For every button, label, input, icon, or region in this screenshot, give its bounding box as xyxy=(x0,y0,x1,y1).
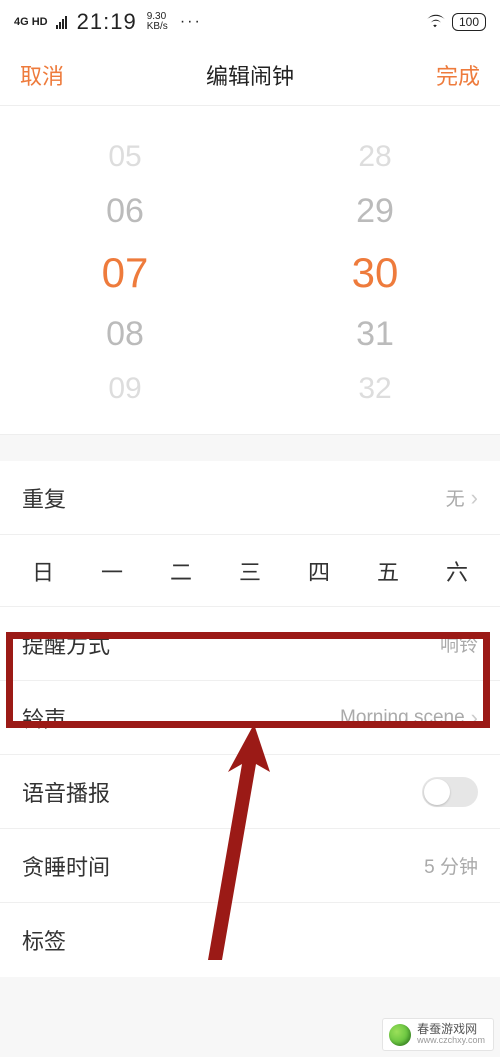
hour-selected[interactable]: 07 xyxy=(102,249,149,297)
voice-announce-toggle[interactable] xyxy=(422,777,478,807)
battery-indicator: 100 xyxy=(452,13,486,31)
remind-mode-label: 提醒方式 xyxy=(22,628,110,660)
repeat-label: 重复 xyxy=(22,482,66,514)
snooze-value: 5 分钟 xyxy=(424,852,478,879)
weekday-sun[interactable]: 日 xyxy=(28,555,58,587)
hour-option[interactable]: 08 xyxy=(106,315,144,354)
speed-unit: KB/s xyxy=(147,21,168,32)
ringtone-row[interactable]: 铃声 Morning scene › xyxy=(0,681,500,755)
ringtone-label: 铃声 xyxy=(22,702,66,734)
hour-option[interactable]: 09 xyxy=(108,372,141,406)
status-bar: 4G HD 21:19 9.30 KB/s ··· 100 xyxy=(0,0,500,44)
remind-mode-value: 响铃 xyxy=(440,630,478,657)
cancel-button[interactable]: 取消 xyxy=(20,59,64,91)
snooze-label: 贪睡时间 xyxy=(22,850,110,882)
time-picker[interactable]: 05 06 07 08 09 28 29 30 31 32 xyxy=(0,106,500,435)
voice-announce-row[interactable]: 语音播报 xyxy=(0,755,500,829)
statusbar-left: 4G HD 21:19 9.30 KB/s ··· xyxy=(14,9,202,35)
page-title: 编辑闹钟 xyxy=(206,59,294,91)
statusbar-clock: 21:19 xyxy=(77,9,137,35)
hour-wheel[interactable]: 05 06 07 08 09 xyxy=(0,140,250,406)
weekday-mon[interactable]: 一 xyxy=(97,555,127,587)
snooze-row[interactable]: 贪睡时间 5 分钟 xyxy=(0,829,500,903)
chevron-right-icon: › xyxy=(471,485,478,511)
wifi-icon xyxy=(424,13,446,32)
minute-option[interactable]: 31 xyxy=(356,315,394,354)
navbar: 取消 编辑闹钟 完成 xyxy=(0,44,500,106)
minute-option[interactable]: 29 xyxy=(356,192,394,231)
weekday-wed[interactable]: 三 xyxy=(235,555,265,587)
hour-option[interactable]: 06 xyxy=(106,192,144,231)
voice-announce-label: 语音播报 xyxy=(22,776,110,808)
tag-row[interactable]: 标签 xyxy=(0,903,500,977)
weekday-tue[interactable]: 二 xyxy=(166,555,196,587)
network-indicator: 4G HD xyxy=(14,16,48,28)
minute-selected[interactable]: 30 xyxy=(352,249,399,297)
weekday-sat[interactable]: 六 xyxy=(442,555,472,587)
remind-mode-row[interactable]: 提醒方式 响铃 xyxy=(0,607,500,681)
hour-option[interactable]: 05 xyxy=(108,140,141,174)
done-button[interactable]: 完成 xyxy=(436,59,480,91)
repeat-row[interactable]: 重复 无 › xyxy=(0,461,500,535)
signal-icon xyxy=(56,16,67,29)
watermark-sub: www.czchxy.com xyxy=(417,1036,485,1046)
chevron-right-icon: › xyxy=(471,705,478,731)
tag-label: 标签 xyxy=(22,924,66,956)
weekday-thu[interactable]: 四 xyxy=(304,555,334,587)
ringtone-value-text: Morning scene xyxy=(340,707,465,729)
statusbar-right: 100 xyxy=(424,13,486,32)
weekday-selector[interactable]: 日 一 二 三 四 五 六 xyxy=(0,535,500,607)
ringtone-value: Morning scene › xyxy=(340,705,478,731)
minute-option[interactable]: 28 xyxy=(358,140,391,174)
minute-option[interactable]: 32 xyxy=(358,372,391,406)
more-icon: ··· xyxy=(180,13,202,31)
network-speed: 9.30 KB/s xyxy=(147,12,168,32)
minute-wheel[interactable]: 28 29 30 31 32 xyxy=(250,140,500,406)
watermark: 春蚕游戏网 www.czchxy.com xyxy=(382,1018,494,1051)
repeat-value-text: 无 xyxy=(446,484,465,511)
weekday-fri[interactable]: 五 xyxy=(373,555,403,587)
repeat-value: 无 › xyxy=(446,484,478,511)
